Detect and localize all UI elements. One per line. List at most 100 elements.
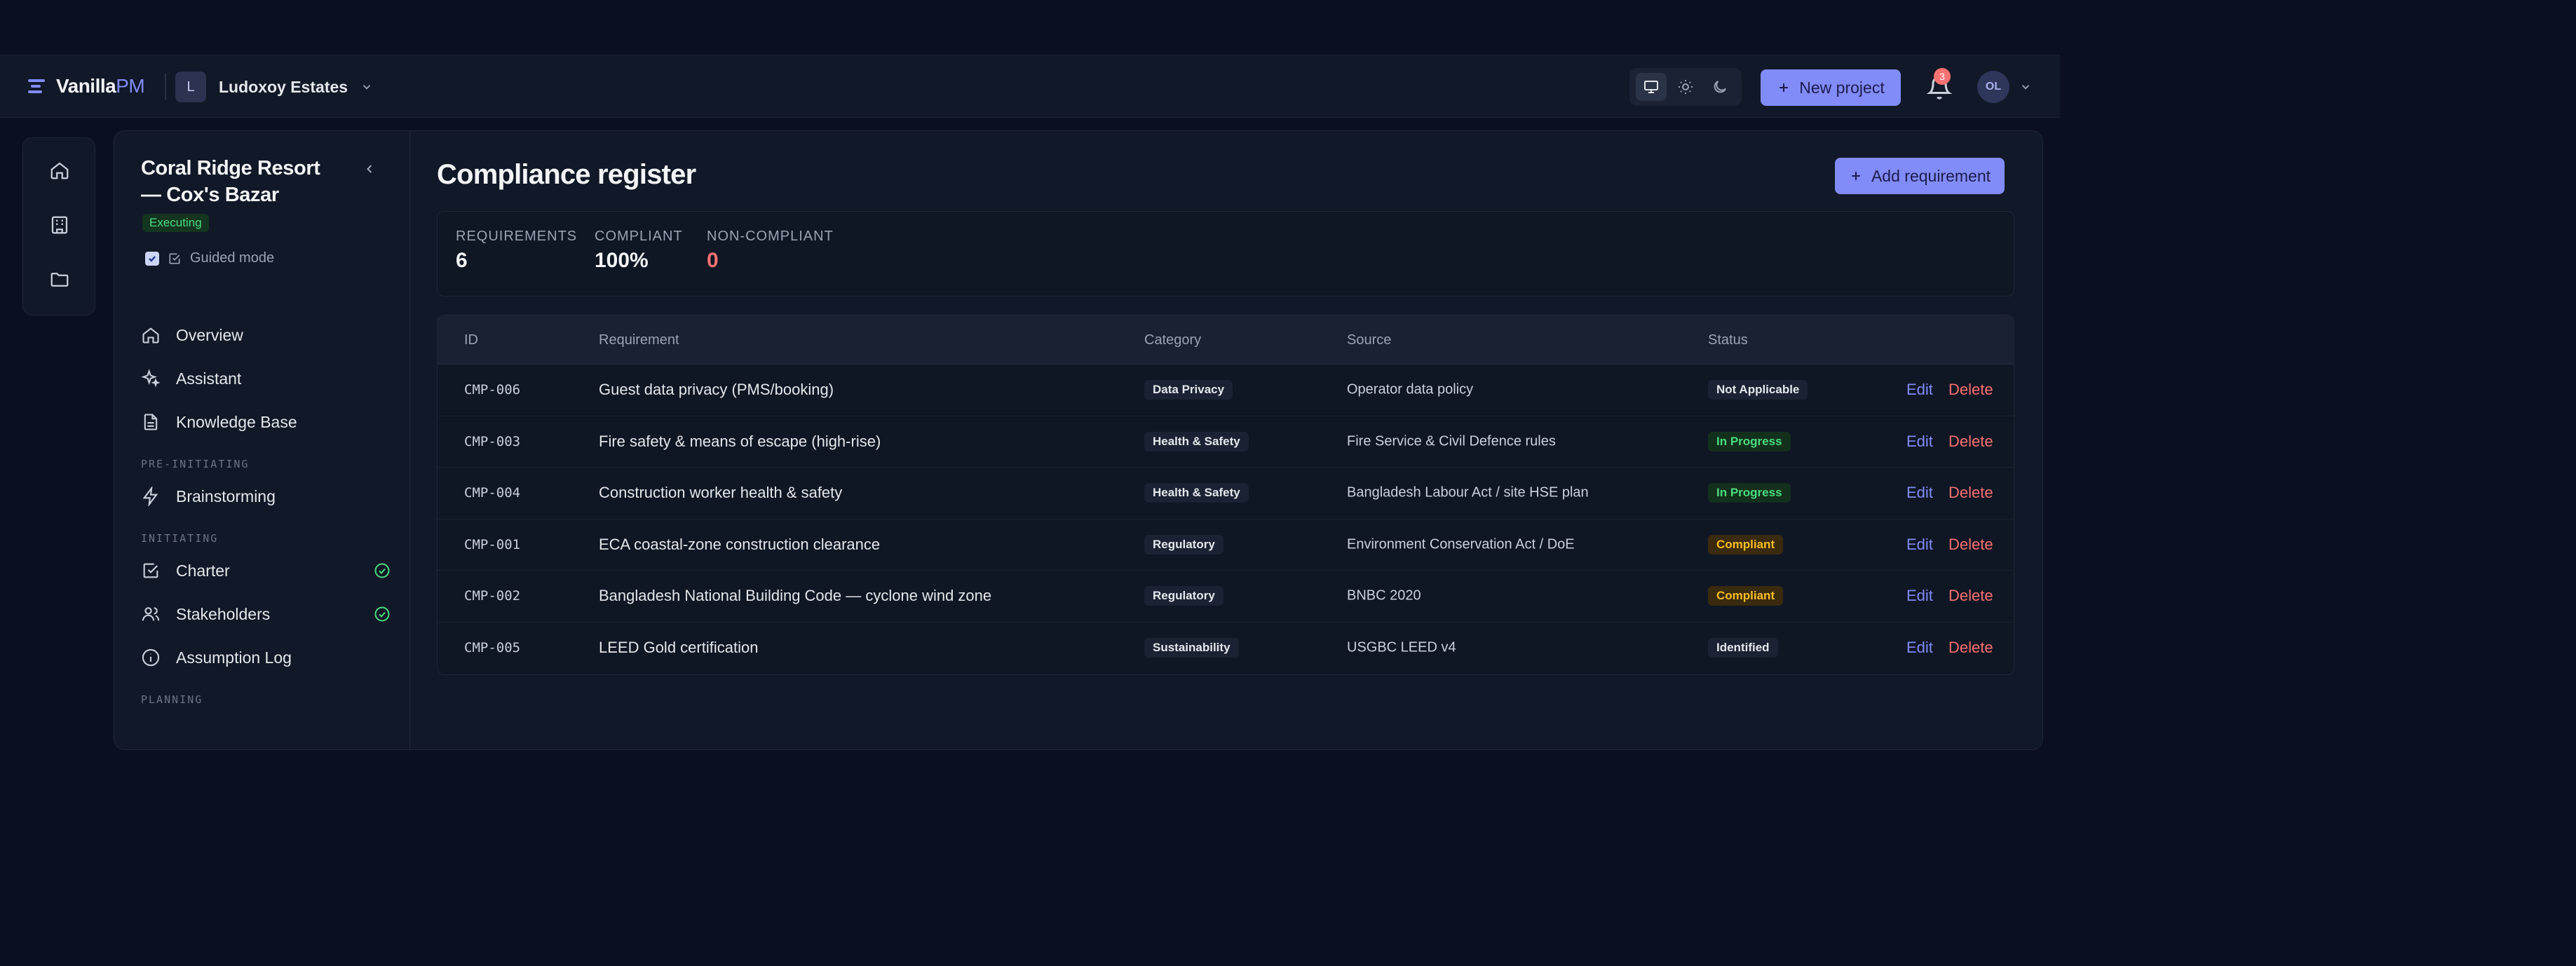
rail-portfolio-button[interactable] [48,214,71,236]
stat-requirements: REQUIREMENTS 6 [456,229,577,273]
collapse-sidebar-button[interactable] [360,159,379,179]
add-requirement-button[interactable]: Add requirement [1835,158,2005,194]
cell-source: USGBC LEED v4 [1347,639,1456,655]
delete-button[interactable]: Delete [1948,639,1993,657]
column-header-status[interactable]: Status [1708,332,1748,348]
notification-badge: 3 [1934,68,1951,85]
edit-button[interactable]: Edit [1906,381,1933,399]
edit-button[interactable]: Edit [1906,536,1933,554]
stat-compliant: COMPLIANT 100% [595,229,683,273]
cell-requirement: Fire safety & means of escape (high-rise… [599,432,881,450]
brand-logo[interactable]: VanillaPM [28,75,145,97]
sidebar-item-overview[interactable]: Overview [141,313,391,357]
stat-value: 6 [456,249,468,272]
guided-mode-toggle[interactable]: Guided mode [145,250,274,266]
org-name: Ludoxoy Estates [219,77,348,96]
check-circle-icon [374,606,390,622]
chevron-down-icon [2021,85,2030,90]
check-icon [149,255,156,262]
add-requirement-label: Add requirement [1871,166,1991,185]
icon-rail [22,137,95,315]
sidebar-item-assistant[interactable]: Assistant [141,357,391,400]
status-badge: In Progress [1708,431,1791,451]
stat-label: NON-COMPLIANT [707,229,834,244]
sidebar-item-label: Knowledge Base [176,412,297,431]
sidebar-item-stakeholders[interactable]: Stakeholders [141,592,391,636]
rail-home-button[interactable] [48,159,71,182]
chevron-left-icon [367,165,372,173]
delete-button[interactable]: Delete [1948,433,1993,451]
cell-requirement: ECA coastal-zone construction clearance [599,535,881,553]
delete-button[interactable]: Delete [1948,536,1993,554]
stats-summary: REQUIREMENTS 6 COMPLIANT 100% NON-COMPLI… [437,211,2014,297]
topbar-divider [165,74,166,100]
org-switcher[interactable]: L Ludoxoy Estates [175,72,373,102]
sidebar-item-label: Charter [176,561,230,580]
sidebar-item-assumption-log[interactable]: Assumption Log [141,636,391,679]
avatar: OL [1977,71,2009,103]
table-row: CMP-001 ECA coastal-zone construction cle… [438,519,2014,571]
stat-value: 0 [707,249,719,272]
dark-mode-button[interactable] [1704,73,1735,101]
rail-files-button[interactable] [48,268,71,291]
checkbox-icon [143,563,158,578]
edit-button[interactable]: Edit [1906,587,1933,605]
edit-button[interactable]: Edit [1906,639,1933,657]
cell-id: CMP-005 [464,640,521,656]
category-badge: Sustainability [1144,638,1239,658]
page-title: Compliance register [437,159,696,190]
system-mode-button[interactable] [1635,73,1667,101]
chevron-down-icon [362,85,371,90]
delete-button[interactable]: Delete [1948,484,1993,502]
column-header-requirement[interactable]: Requirement [599,332,679,348]
users-icon [142,607,160,621]
building-icon [51,216,68,234]
table-header: ID Requirement Category Source Status [438,315,2014,365]
stat-value: 100% [595,249,649,272]
new-project-button[interactable]: New project [1761,69,1901,106]
delete-button[interactable]: Delete [1948,587,1993,605]
delete-button[interactable]: Delete [1948,381,1993,399]
cell-requirement: Construction worker health & safety [599,484,843,502]
table-row: CMP-003 Fire safety & means of escape (hi… [438,416,2014,468]
status-badge: Executing [142,214,209,232]
new-project-label: New project [1799,78,1885,97]
sidebar-item-label: Assistant [176,369,242,388]
sun-icon [1678,80,1693,94]
home-icon [142,327,159,343]
user-menu[interactable]: OL [1977,71,2032,103]
section-heading-initiating: INITIATING [141,532,219,545]
document-icon [144,414,158,430]
display-mode-toggle [1629,68,1742,106]
brand-name: VanillaPM [56,75,145,97]
sidebar-item-label: Brainstorming [176,487,276,505]
column-header-source[interactable]: Source [1347,332,1391,348]
org-avatar: L [175,72,206,102]
sidebar-item-charter[interactable]: Charter [141,549,391,592]
status-badge: Compliant [1708,586,1784,606]
sidebar-item-brainstorming[interactable]: Brainstorming [141,475,391,518]
category-badge: Health & Safety [1144,431,1249,451]
cell-requirement: LEED Gold certification [599,639,759,657]
cell-id: CMP-006 [464,382,521,398]
light-mode-button[interactable] [1670,73,1701,101]
edit-button[interactable]: Edit [1906,433,1933,451]
top-bar: VanillaPM L Ludoxoy Estates New project … [0,55,2060,118]
guided-mode-checkbox[interactable] [145,251,159,266]
cell-id: CMP-003 [464,433,521,449]
project-title: Coral Ridge Resort — Cox's Bazar [141,157,320,206]
column-header-category[interactable]: Category [1144,332,1201,348]
sidebar-item-label: Stakeholders [176,604,271,623]
project-sidebar: Coral Ridge Resort — Cox's Bazar Executi… [114,131,410,749]
status-badge: Identified [1708,638,1778,658]
edit-button[interactable]: Edit [1906,484,1933,502]
folder-icon [50,273,69,287]
column-header-id[interactable]: ID [464,332,478,348]
sidebar-item-knowledge-base[interactable]: Knowledge Base [141,400,391,444]
cell-source: Bangladesh Labour Act / site HSE plan [1347,484,1589,501]
check-circle-icon [374,563,390,578]
section-heading-planning: PLANNING [141,693,203,706]
sparkle-icon [141,369,161,388]
section-heading-pre-initiating: PRE-INITIATING [141,458,250,470]
status-badge: Compliant [1708,534,1784,555]
